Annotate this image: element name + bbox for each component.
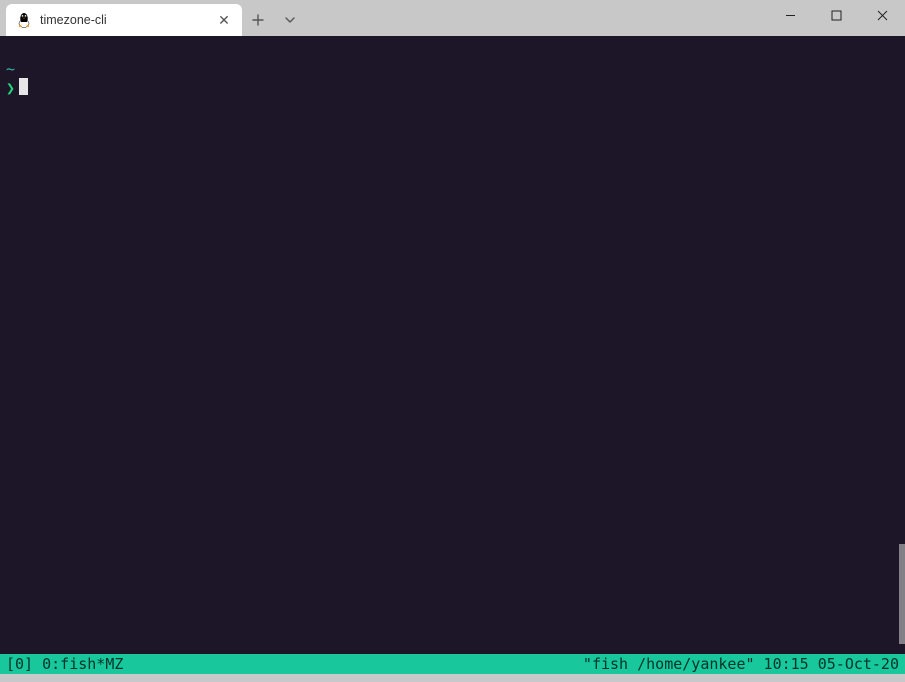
tab-title: timezone-cli [40, 13, 216, 27]
scrollbar-thumb[interactable] [899, 544, 905, 644]
scrollbar-track[interactable] [899, 36, 905, 674]
titlebar: timezone-cli ✕ [0, 0, 905, 36]
window-border-bottom [0, 674, 905, 682]
terminal[interactable]: ~ ❯ [0] 0:fish*MZ "fish /home/yankee" 10… [0, 36, 905, 674]
prompt-glyph: ❯ [6, 79, 15, 97]
close-button[interactable] [859, 0, 905, 30]
tux-icon [16, 12, 32, 28]
terminal-content: ~ ❯ [0, 36, 905, 97]
tab-dropdown-button[interactable] [274, 4, 306, 36]
tmux-statusbar: [0] 0:fish*MZ "fish /home/yankee" 10:15 … [0, 654, 905, 674]
cwd-tilde: ~ [6, 60, 15, 78]
terminal-blank-line [6, 42, 899, 60]
window-controls [767, 0, 905, 36]
terminal-prompt-line: ❯ [6, 78, 899, 97]
terminal-cwd-line: ~ [6, 60, 899, 78]
tab-active[interactable]: timezone-cli ✕ [6, 4, 242, 36]
minimize-button[interactable] [767, 0, 813, 30]
new-tab-button[interactable] [242, 4, 274, 36]
tab-close-icon[interactable]: ✕ [216, 13, 232, 27]
cursor [19, 78, 28, 95]
statusbar-left: [0] 0:fish*MZ [6, 655, 123, 673]
maximize-button[interactable] [813, 0, 859, 30]
statusbar-right: "fish /home/yankee" 10:15 05-Oct-20 [583, 655, 899, 673]
